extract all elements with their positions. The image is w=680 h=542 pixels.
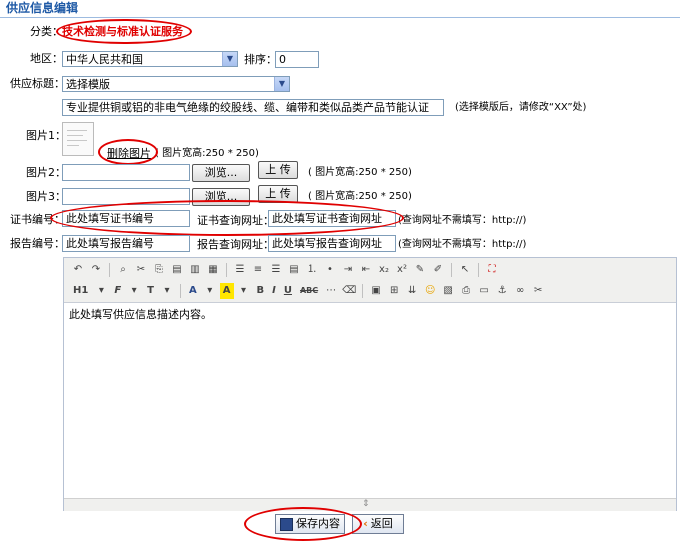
template-select-value: 选择模版 xyxy=(66,78,110,91)
chevron-down-icon: ▾ xyxy=(98,285,104,296)
image3-label: 图片3： xyxy=(26,190,66,203)
chevron-down-icon: ▾ xyxy=(131,285,137,296)
supply-title-hint: (选择模版后，请修改“XX”处) xyxy=(455,102,587,113)
align-center-icon[interactable]: ≡ xyxy=(250,262,266,278)
toolbar-separator xyxy=(451,263,452,277)
ordered-list-icon[interactable]: ⒈ xyxy=(304,262,320,278)
report-query-input[interactable]: 此处填写报告查询网址 xyxy=(268,235,396,252)
page-title: 供应信息编辑 xyxy=(6,1,79,15)
chevron-down-icon: ▼ xyxy=(274,77,289,91)
underline-button[interactable]: U xyxy=(281,283,295,299)
image2-upload-button[interactable]: 上 传 xyxy=(258,161,298,179)
unordered-list-icon[interactable]: • xyxy=(322,262,338,278)
supply-title-input[interactable]: 专业提供铜或铝的非电气绝缘的绞股线、缆、编带和类似品类产品节能认证 xyxy=(62,99,444,116)
emoticon-icon[interactable]: ☺ xyxy=(422,283,438,299)
annotation-circle xyxy=(98,139,158,165)
paste-word-icon[interactable]: ▦ xyxy=(205,262,221,278)
editor-resize-bar[interactable]: ⇕ xyxy=(64,498,676,511)
highlight-color-button[interactable]: A xyxy=(219,283,234,299)
superscript-icon[interactable]: x² xyxy=(394,262,410,278)
insert-special-icon[interactable]: ⇊ xyxy=(404,283,420,299)
toolbar-separator xyxy=(478,263,479,277)
undo-icon[interactable]: ↶ xyxy=(70,262,86,278)
subscript-icon[interactable]: x₂ xyxy=(376,262,392,278)
resize-handle-icon[interactable]: ⇕ xyxy=(362,499,370,509)
annotation-circle xyxy=(56,19,192,44)
template-select[interactable]: 选择模版 ▼ xyxy=(62,76,290,92)
image1-label: 图片1： xyxy=(26,129,66,142)
sort-input[interactable]: 0 xyxy=(275,51,319,68)
image2-label: 图片2： xyxy=(26,166,66,179)
unlink-icon[interactable]: ✂ xyxy=(530,283,546,299)
select-icon[interactable]: ↖ xyxy=(457,262,473,278)
eraser-icon[interactable]: ⌫ xyxy=(341,283,357,299)
clear-format-icon[interactable]: ✎ xyxy=(412,262,428,278)
sort-label: 排序： xyxy=(244,53,277,66)
rich-text-editor[interactable]: ↶ ↷ ⌕ ✂ ⎘ ▤ ▥ ▦ ☰ ≡ ☰ ▤ ⒈ • ⇥ ⇤ x₂ x² ✎ … xyxy=(63,257,677,511)
horizontal-rule-icon[interactable]: ⋯ xyxy=(323,283,339,299)
supply-title-label: 供应标题： xyxy=(10,77,65,90)
strikethrough-button[interactable]: ABC xyxy=(297,283,321,299)
annotation-circle xyxy=(244,507,362,541)
bold-button[interactable]: B xyxy=(254,283,268,299)
image-icon[interactable]: ▧ xyxy=(440,283,456,299)
chevron-down-icon: ▾ xyxy=(164,285,170,296)
back-button-label: 返回 xyxy=(370,517,393,530)
text-box-icon[interactable]: ▭ xyxy=(476,283,492,299)
image2-size-hint: ( 图片宽高:250 * 250) xyxy=(308,167,412,178)
title-divider xyxy=(0,17,680,18)
toolbar-separator xyxy=(180,284,181,298)
align-justify-icon[interactable]: ▤ xyxy=(286,262,302,278)
toolbar-separator xyxy=(362,284,364,298)
back-arrow-icon: ‹ xyxy=(363,517,368,530)
chevron-down-icon: ▾ xyxy=(207,285,213,296)
outdent-icon[interactable]: ⇤ xyxy=(358,262,374,278)
cut-icon[interactable]: ✂ xyxy=(133,262,149,278)
font-family-menu[interactable]: F xyxy=(111,283,124,299)
copy-icon[interactable]: ⎘ xyxy=(151,262,167,278)
heading-menu[interactable]: H1 xyxy=(70,283,91,299)
report-query-label: 报告查询网址： xyxy=(197,238,274,251)
paste-text-icon[interactable]: ▥ xyxy=(187,262,203,278)
format-painter-icon[interactable]: ✐ xyxy=(430,262,446,278)
chevron-down-icon: ▾ xyxy=(240,285,247,296)
report-number-input[interactable]: 此处填写报告编号 xyxy=(62,235,190,252)
redo-icon[interactable]: ↷ xyxy=(88,262,104,278)
align-left-icon[interactable]: ☰ xyxy=(232,262,248,278)
region-select-value: 中华人民共和国 xyxy=(66,53,143,66)
insert-image-icon[interactable]: ▣ xyxy=(368,283,384,299)
italic-button[interactable]: I xyxy=(269,283,279,299)
toolbar-separator xyxy=(226,263,227,277)
chevron-down-icon: ▼ xyxy=(222,52,237,66)
font-color-button[interactable]: A xyxy=(186,283,200,299)
preview-icon[interactable]: ⌕ xyxy=(115,262,131,278)
anchor-icon[interactable]: ⚓ xyxy=(494,283,510,299)
image2-browse-button[interactable]: 浏览... xyxy=(192,164,250,182)
editor-content[interactable]: 此处填写供应信息描述内容。 xyxy=(69,306,212,322)
annotation-circle xyxy=(50,200,404,236)
cert-query-hint: (查询网址不需填写：http://) xyxy=(398,215,527,226)
image2-file-input[interactable] xyxy=(62,164,190,181)
editor-toolbar: ↶ ↷ ⌕ ✂ ⎘ ▤ ▥ ▦ ☰ ≡ ☰ ▤ ⒈ • ⇥ ⇤ x₂ x² ✎ … xyxy=(64,258,676,303)
region-label: 地区： xyxy=(30,52,63,65)
insert-table-icon[interactable]: ⊞ xyxy=(386,283,402,299)
toolbar-separator xyxy=(109,263,110,277)
fullscreen-icon[interactable]: ⛶ xyxy=(484,262,500,278)
page-break-icon[interactable]: ⎙ xyxy=(458,283,474,299)
link-icon[interactable]: ∞ xyxy=(512,283,528,299)
image3-size-hint: ( 图片宽高:250 * 250) xyxy=(308,191,412,202)
report-label: 报告编号： xyxy=(10,237,65,250)
region-select[interactable]: 中华人民共和国 ▼ xyxy=(62,51,238,67)
paste-icon[interactable]: ▤ xyxy=(169,262,185,278)
image1-size-hint: ( 图片宽高:250 * 250) xyxy=(155,148,259,159)
report-query-hint: (查询网址不需填写：http://) xyxy=(398,239,527,250)
indent-icon[interactable]: ⇥ xyxy=(340,262,356,278)
image1-thumbnail xyxy=(62,122,94,156)
align-right-icon[interactable]: ☰ xyxy=(268,262,284,278)
font-size-menu[interactable]: T xyxy=(144,283,157,299)
